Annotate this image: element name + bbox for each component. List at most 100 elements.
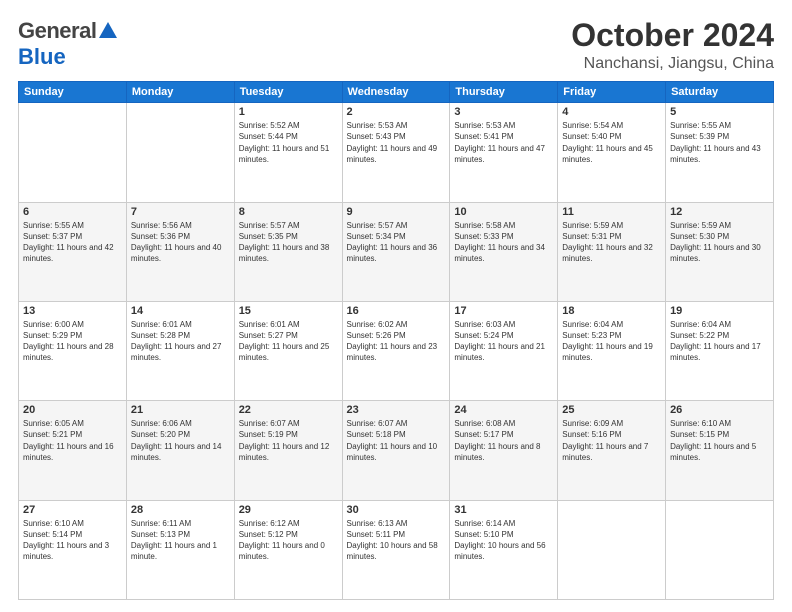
cell-daylight: Daylight: 11 hours and 30 minutes. <box>670 242 769 264</box>
calendar-week-row: 1Sunrise: 5:52 AMSunset: 5:44 PMDaylight… <box>19 103 774 202</box>
cell-sunrise: Sunrise: 6:01 AM <box>131 319 230 330</box>
calendar-cell: 29Sunrise: 6:12 AMSunset: 5:12 PMDayligh… <box>234 500 342 599</box>
calendar-cell: 15Sunrise: 6:01 AMSunset: 5:27 PMDayligh… <box>234 301 342 400</box>
cell-sunset: Sunset: 5:37 PM <box>23 231 122 242</box>
calendar-cell: 3Sunrise: 5:53 AMSunset: 5:41 PMDaylight… <box>450 103 558 202</box>
cell-sunset: Sunset: 5:29 PM <box>23 330 122 341</box>
cell-sunset: Sunset: 5:30 PM <box>670 231 769 242</box>
cell-sunset: Sunset: 5:28 PM <box>131 330 230 341</box>
calendar-cell <box>666 500 774 599</box>
calendar-cell: 6Sunrise: 5:55 AMSunset: 5:37 PMDaylight… <box>19 202 127 301</box>
cell-sunrise: Sunrise: 6:09 AM <box>562 418 661 429</box>
calendar-cell: 24Sunrise: 6:08 AMSunset: 5:17 PMDayligh… <box>450 401 558 500</box>
logo-icon <box>97 20 119 42</box>
cell-sunrise: Sunrise: 6:08 AM <box>454 418 553 429</box>
cell-daylight: Daylight: 11 hours and 19 minutes. <box>562 341 661 363</box>
cell-sunrise: Sunrise: 6:07 AM <box>347 418 446 429</box>
day-number: 21 <box>131 404 230 416</box>
cell-sunset: Sunset: 5:12 PM <box>239 529 338 540</box>
cell-sunrise: Sunrise: 6:14 AM <box>454 518 553 529</box>
day-number: 3 <box>454 106 553 118</box>
cell-sunrise: Sunrise: 6:13 AM <box>347 518 446 529</box>
cell-daylight: Daylight: 11 hours and 32 minutes. <box>562 242 661 264</box>
cell-daylight: Daylight: 11 hours and 10 minutes. <box>347 441 446 463</box>
cell-sunrise: Sunrise: 6:04 AM <box>562 319 661 330</box>
cell-sunrise: Sunrise: 5:54 AM <box>562 120 661 131</box>
day-number: 2 <box>347 106 446 118</box>
cell-daylight: Daylight: 11 hours and 27 minutes. <box>131 341 230 363</box>
cell-daylight: Daylight: 11 hours and 5 minutes. <box>670 441 769 463</box>
cell-sunset: Sunset: 5:26 PM <box>347 330 446 341</box>
calendar-cell: 1Sunrise: 5:52 AMSunset: 5:44 PMDaylight… <box>234 103 342 202</box>
calendar-cell: 13Sunrise: 6:00 AMSunset: 5:29 PMDayligh… <box>19 301 127 400</box>
cell-daylight: Daylight: 11 hours and 17 minutes. <box>670 341 769 363</box>
location-title: Nanchansi, Jiangsu, China <box>571 55 774 73</box>
cell-daylight: Daylight: 11 hours and 36 minutes. <box>347 242 446 264</box>
calendar-cell: 10Sunrise: 5:58 AMSunset: 5:33 PMDayligh… <box>450 202 558 301</box>
cell-daylight: Daylight: 11 hours and 12 minutes. <box>239 441 338 463</box>
calendar-cell: 23Sunrise: 6:07 AMSunset: 5:18 PMDayligh… <box>342 401 450 500</box>
day-number: 27 <box>23 504 122 516</box>
calendar-cell: 31Sunrise: 6:14 AMSunset: 5:10 PMDayligh… <box>450 500 558 599</box>
cell-daylight: Daylight: 11 hours and 40 minutes. <box>131 242 230 264</box>
day-number: 19 <box>670 305 769 317</box>
cell-sunrise: Sunrise: 5:59 AM <box>670 220 769 231</box>
cell-daylight: Daylight: 10 hours and 56 minutes. <box>454 540 553 562</box>
day-number: 20 <box>23 404 122 416</box>
logo-general: General <box>18 18 96 44</box>
cell-sunrise: Sunrise: 6:03 AM <box>454 319 553 330</box>
calendar-cell: 17Sunrise: 6:03 AMSunset: 5:24 PMDayligh… <box>450 301 558 400</box>
page: General Blue October 2024 Nanchansi, Jia… <box>0 0 792 612</box>
cell-daylight: Daylight: 11 hours and 7 minutes. <box>562 441 661 463</box>
cell-sunset: Sunset: 5:10 PM <box>454 529 553 540</box>
day-number: 7 <box>131 206 230 218</box>
day-number: 1 <box>239 106 338 118</box>
cell-daylight: Daylight: 10 hours and 58 minutes. <box>347 540 446 562</box>
cell-sunrise: Sunrise: 6:01 AM <box>239 319 338 330</box>
cell-sunset: Sunset: 5:23 PM <box>562 330 661 341</box>
calendar-cell: 9Sunrise: 5:57 AMSunset: 5:34 PMDaylight… <box>342 202 450 301</box>
cell-sunrise: Sunrise: 6:10 AM <box>670 418 769 429</box>
header-monday: Monday <box>126 82 234 103</box>
cell-daylight: Daylight: 11 hours and 34 minutes. <box>454 242 553 264</box>
cell-daylight: Daylight: 11 hours and 47 minutes. <box>454 143 553 165</box>
cell-sunset: Sunset: 5:39 PM <box>670 131 769 142</box>
day-number: 15 <box>239 305 338 317</box>
cell-sunset: Sunset: 5:22 PM <box>670 330 769 341</box>
cell-sunrise: Sunrise: 5:57 AM <box>347 220 446 231</box>
cell-sunrise: Sunrise: 6:00 AM <box>23 319 122 330</box>
cell-sunset: Sunset: 5:21 PM <box>23 429 122 440</box>
calendar-cell: 16Sunrise: 6:02 AMSunset: 5:26 PMDayligh… <box>342 301 450 400</box>
day-number: 14 <box>131 305 230 317</box>
cell-sunrise: Sunrise: 5:55 AM <box>23 220 122 231</box>
calendar-cell <box>19 103 127 202</box>
cell-sunrise: Sunrise: 6:05 AM <box>23 418 122 429</box>
header: General Blue October 2024 Nanchansi, Jia… <box>18 18 774 73</box>
calendar-cell: 30Sunrise: 6:13 AMSunset: 5:11 PMDayligh… <box>342 500 450 599</box>
header-wednesday: Wednesday <box>342 82 450 103</box>
logo: General Blue <box>18 18 120 70</box>
cell-sunset: Sunset: 5:11 PM <box>347 529 446 540</box>
day-number: 4 <box>562 106 661 118</box>
cell-sunset: Sunset: 5:40 PM <box>562 131 661 142</box>
cell-sunset: Sunset: 5:14 PM <box>23 529 122 540</box>
day-number: 11 <box>562 206 661 218</box>
title-section: October 2024 Nanchansi, Jiangsu, China <box>571 18 774 73</box>
cell-sunrise: Sunrise: 5:59 AM <box>562 220 661 231</box>
calendar-week-row: 6Sunrise: 5:55 AMSunset: 5:37 PMDaylight… <box>19 202 774 301</box>
calendar-cell: 7Sunrise: 5:56 AMSunset: 5:36 PMDaylight… <box>126 202 234 301</box>
calendar-header-row: Sunday Monday Tuesday Wednesday Thursday… <box>19 82 774 103</box>
cell-daylight: Daylight: 11 hours and 23 minutes. <box>347 341 446 363</box>
cell-sunset: Sunset: 5:34 PM <box>347 231 446 242</box>
day-number: 26 <box>670 404 769 416</box>
cell-daylight: Daylight: 11 hours and 49 minutes. <box>347 143 446 165</box>
cell-sunrise: Sunrise: 5:57 AM <box>239 220 338 231</box>
calendar-cell: 27Sunrise: 6:10 AMSunset: 5:14 PMDayligh… <box>19 500 127 599</box>
cell-sunset: Sunset: 5:18 PM <box>347 429 446 440</box>
cell-daylight: Daylight: 11 hours and 0 minutes. <box>239 540 338 562</box>
cell-daylight: Daylight: 11 hours and 16 minutes. <box>23 441 122 463</box>
day-number: 5 <box>670 106 769 118</box>
cell-sunset: Sunset: 5:19 PM <box>239 429 338 440</box>
calendar-cell <box>126 103 234 202</box>
day-number: 25 <box>562 404 661 416</box>
